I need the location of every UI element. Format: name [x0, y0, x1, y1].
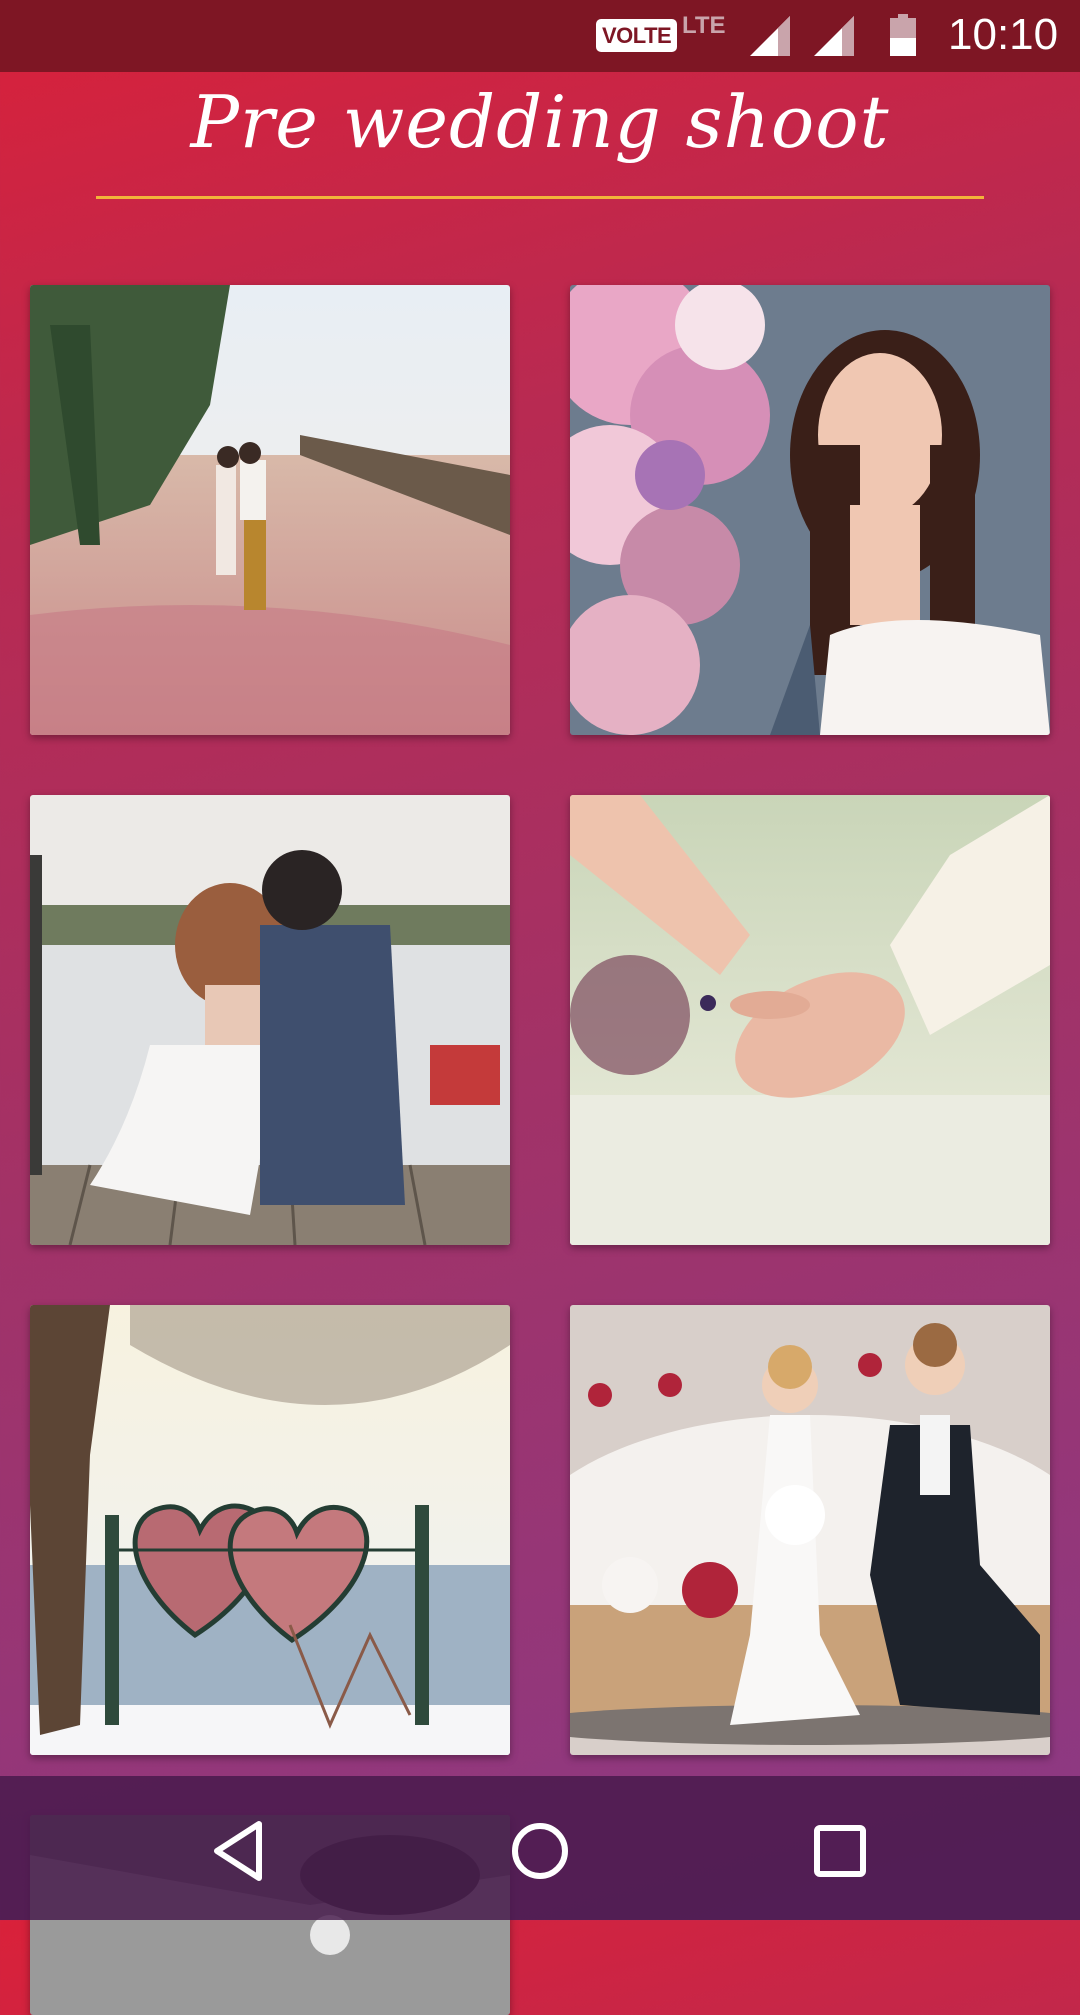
status-bar: VOLTE LTE 10:10	[0, 0, 1080, 72]
gallery-photo-5[interactable]	[30, 1305, 510, 1755]
gallery-photo-6[interactable]	[570, 1305, 1050, 1755]
home-icon[interactable]	[505, 1816, 575, 1886]
lte-indicator: LTE	[682, 12, 726, 39]
title-underline	[96, 196, 984, 199]
gallery-photo-3[interactable]	[30, 795, 510, 1245]
signal-icon	[750, 16, 790, 56]
gallery-photo-4[interactable]	[570, 795, 1050, 1245]
gallery-photo-2[interactable]	[570, 285, 1050, 735]
photo-couple-field-image	[30, 285, 510, 735]
photo-bride-flowers-image	[570, 285, 1050, 735]
recent-apps-icon[interactable]	[805, 1816, 875, 1886]
photo-heart-locks-image	[30, 1305, 510, 1755]
page-title: Pre wedding shoot	[190, 80, 890, 164]
photo-couple-dock-image	[30, 795, 510, 1245]
navigation-bar	[0, 1776, 1080, 1920]
back-icon[interactable]	[205, 1816, 275, 1886]
signal-icon-2	[814, 16, 854, 56]
battery-icon	[890, 14, 916, 56]
clock: 10:10	[948, 10, 1059, 59]
volte-badge: VOLTE	[596, 19, 678, 52]
gallery-photo-1[interactable]	[30, 285, 510, 735]
photo-cake-topper-image	[570, 1305, 1050, 1755]
photo-holding-hands-image	[570, 795, 1050, 1245]
